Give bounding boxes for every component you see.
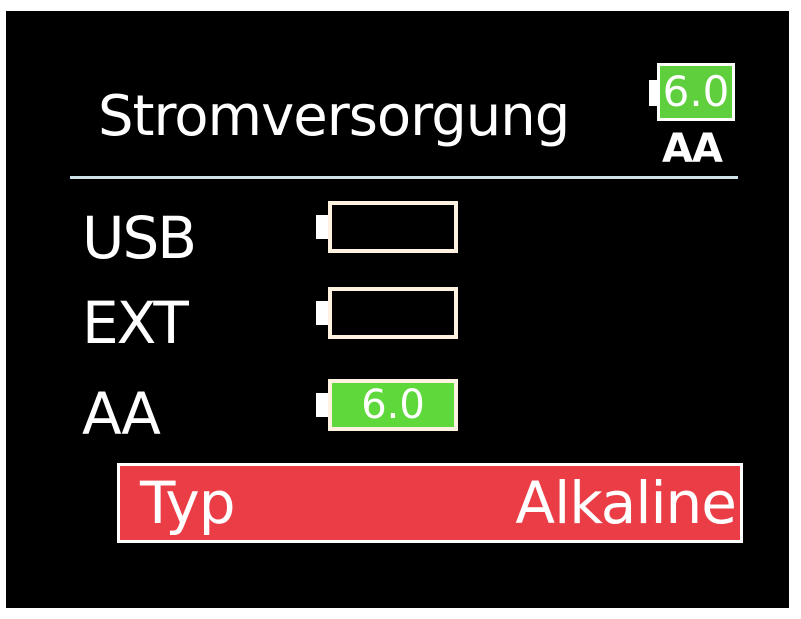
- ext-battery-level: [328, 287, 458, 339]
- battery-terminal: [316, 393, 328, 417]
- header-battery-level: 6.0: [657, 63, 735, 121]
- ext-battery-icon: [316, 287, 458, 339]
- usb-battery-icon: [316, 201, 458, 253]
- type-value: Alkaline: [515, 469, 737, 537]
- source-label-aa[interactable]: AA: [82, 385, 161, 443]
- battery-terminal: [316, 215, 328, 239]
- header-power-source: AA: [662, 126, 723, 172]
- usb-battery-level: [328, 201, 458, 253]
- battery-terminal: [316, 301, 328, 325]
- source-label-ext[interactable]: EXT: [82, 294, 189, 352]
- device-screen: Stromversorgung 6.0 AA USB EXT AA 6.0 Ty…: [6, 11, 789, 608]
- aa-battery-level: 6.0: [328, 379, 458, 431]
- type-label: Typ: [140, 469, 236, 537]
- header-battery-icon: 6.0: [649, 63, 737, 125]
- source-label-usb[interactable]: USB: [82, 209, 197, 267]
- aa-battery-icon: 6.0: [316, 379, 458, 431]
- page-title: Stromversorgung: [98, 84, 570, 149]
- battery-type-selector[interactable]: Typ Alkaline: [117, 463, 743, 543]
- battery-terminal: [649, 80, 657, 106]
- header-divider: [70, 176, 738, 179]
